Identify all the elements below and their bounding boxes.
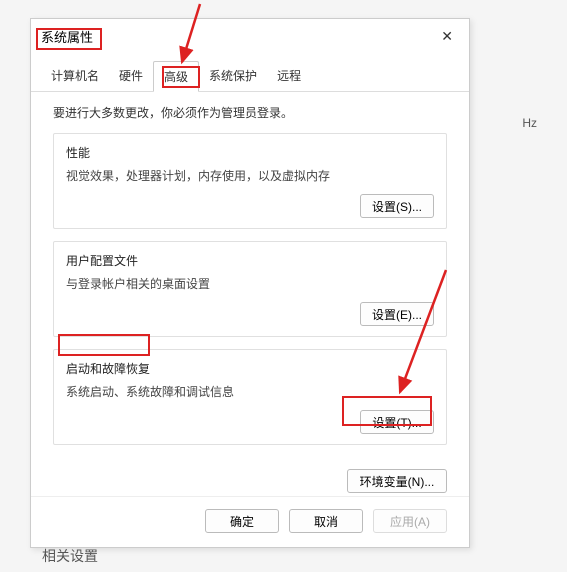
background-hz-label: Hz — [522, 116, 537, 130]
system-properties-dialog: 系统属性 ✕ 计算机名 硬件 高级 系统保护 远程 要进行大多数更改，你必须作为… — [30, 18, 470, 548]
dialog-footer: 确定 取消 应用(A) — [31, 496, 469, 533]
dialog-title: 系统属性 — [41, 27, 93, 46]
user-profiles-settings-button[interactable]: 设置(E)... — [360, 302, 434, 326]
environment-variables-button[interactable]: 环境变量(N)... — [347, 469, 447, 493]
ok-button[interactable]: 确定 — [205, 509, 279, 533]
performance-title: 性能 — [66, 144, 434, 161]
close-icon[interactable]: ✕ — [435, 26, 459, 47]
performance-settings-button[interactable]: 设置(S)... — [360, 194, 434, 218]
startup-recovery-title: 启动和故障恢复 — [66, 360, 434, 377]
tab-hardware[interactable]: 硬件 — [109, 61, 153, 91]
startup-recovery-desc: 系统启动、系统故障和调试信息 — [66, 383, 434, 400]
tab-advanced[interactable]: 高级 — [153, 61, 199, 92]
performance-desc: 视觉效果，处理器计划，内存使用，以及虚拟内存 — [66, 167, 434, 184]
related-settings-heading: 相关设置 — [42, 546, 98, 566]
tab-remote[interactable]: 远程 — [267, 61, 311, 91]
tab-strip: 计算机名 硬件 高级 系统保护 远程 — [31, 61, 469, 92]
titlebar: 系统属性 ✕ — [31, 19, 469, 53]
user-profiles-desc: 与登录帐户相关的桌面设置 — [66, 275, 434, 292]
performance-group: 性能 视觉效果，处理器计划，内存使用，以及虚拟内存 设置(S)... — [53, 133, 447, 229]
content-area: 要进行大多数更改，你必须作为管理员登录。 性能 视觉效果，处理器计划，内存使用，… — [31, 92, 469, 465]
tab-system-protection[interactable]: 系统保护 — [199, 61, 267, 91]
startup-recovery-settings-button[interactable]: 设置(T)... — [360, 410, 434, 434]
startup-recovery-group: 启动和故障恢复 系统启动、系统故障和调试信息 设置(T)... — [53, 349, 447, 445]
user-profiles-group: 用户配置文件 与登录帐户相关的桌面设置 设置(E)... — [53, 241, 447, 337]
cancel-button[interactable]: 取消 — [289, 509, 363, 533]
apply-button: 应用(A) — [373, 509, 447, 533]
tab-computer-name[interactable]: 计算机名 — [41, 61, 109, 91]
admin-notice: 要进行大多数更改，你必须作为管理员登录。 — [53, 104, 447, 121]
user-profiles-title: 用户配置文件 — [66, 252, 434, 269]
